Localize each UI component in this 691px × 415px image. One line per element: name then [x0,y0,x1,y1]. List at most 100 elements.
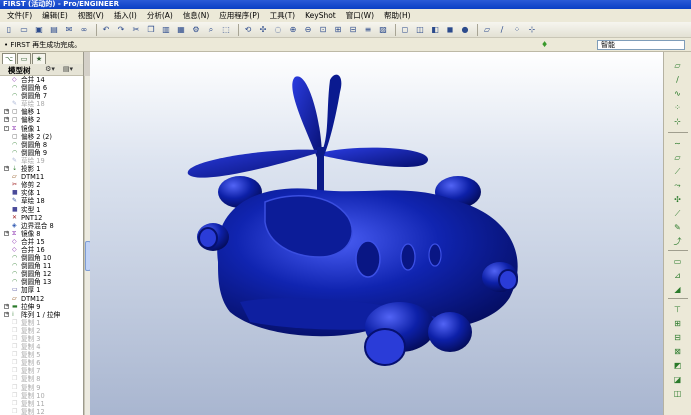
menu-item[interactable]: 窗口(W) [341,9,379,22]
print-icon[interactable]: ▤ [48,24,60,36]
new-file-icon[interactable]: ▯ [3,24,15,36]
tree-item[interactable]: ❐ 复制 3 [0,335,82,343]
boundary-blend-tool-icon[interactable]: ◫ [672,388,683,399]
spin-center-icon[interactable]: ✣ [257,24,269,36]
tree-item[interactable]: ✂ 修剪 2 [0,181,82,189]
tree-item[interactable]: + ⇣ 投影 1 [0,165,82,173]
datum-curve-tool-icon[interactable]: ∿ [672,88,683,99]
zoom-in-icon[interactable]: ⊕ [287,24,299,36]
merge-tool-icon[interactable]: ⊟ [672,332,683,343]
save-icon[interactable]: ▣ [33,24,45,36]
pattern-tool-icon[interactable]: ⊞ [672,318,683,329]
tree-item[interactable]: ❐ 复制 12 [0,408,82,415]
reorient-icon[interactable]: ⊞ [332,24,344,36]
menu-item[interactable]: 文件(F) [2,9,37,22]
tree-item[interactable]: ❐ 复制 11 [0,400,82,408]
tree-settings-icon[interactable]: ⚙▾ [44,65,56,75]
revolve-tool-icon[interactable]: ⟋ [672,166,683,177]
no-hidden-icon[interactable]: ◧ [429,24,441,36]
tree-item[interactable]: ◠ 倒圆角 9 [0,149,82,157]
tree-item[interactable]: ▢ 偏移 2 (2) [0,133,82,141]
tree-item[interactable]: ❐ 复制 9 [0,384,82,392]
paste-icon[interactable]: ▥ [160,24,172,36]
tree-item[interactable]: ◠ 倒圆角 13 [0,278,82,286]
saved-views-icon[interactable]: ⊟ [347,24,359,36]
expand-toggle-icon[interactable]: + [4,109,9,115]
blend-tool-icon[interactable]: ✣ [672,194,683,205]
draft-tool-icon[interactable]: ⤴ [672,236,683,247]
tree-item[interactable]: ❐ 复制 6 [0,359,82,367]
wireframe-icon[interactable]: ◻ [399,24,411,36]
round-tool-icon[interactable]: ⟋ [672,208,683,219]
extrude-tool-icon[interactable]: ▱ [672,152,683,163]
sketch-tool-icon[interactable]: ∼ [672,138,683,149]
expand-toggle-icon[interactable]: - [4,125,9,131]
tree-item[interactable]: + ⧖ 镜像 8 [0,230,82,238]
orient-mode-icon[interactable]: ◌ [272,24,284,36]
tree-item[interactable]: ✕ PNT12 [0,214,82,222]
refit-icon[interactable]: ⊡ [317,24,329,36]
datum-plane-tool-icon[interactable]: ▱ [672,60,683,71]
tree-item[interactable]: ❐ 复制 1 [0,319,82,327]
menu-item[interactable]: 分析(A) [142,9,178,22]
menu-item[interactable]: KeyShot [300,9,341,22]
datum-planes-icon[interactable]: ▱ [481,24,493,36]
layers-icon[interactable]: ≡ [362,24,374,36]
tree-item[interactable]: ■ 实型 1 [0,206,82,214]
shell-tool-icon[interactable]: ▭ [672,256,683,267]
view-manager-icon[interactable]: ▨ [377,24,389,36]
paste-special-icon[interactable]: ▦ [175,24,187,36]
copy-icon[interactable]: ❐ [145,24,157,36]
menu-item[interactable]: 视图(V) [73,9,109,22]
expand-toggle-icon[interactable]: + [4,230,9,236]
link-icon[interactable]: ∞ [78,24,90,36]
redo-icon[interactable]: ↷ [115,24,127,36]
tree-item[interactable]: ▱ DTM12 [0,295,82,303]
tree-item[interactable]: + ▢ 偏移 1 [0,108,82,116]
solidify-tool-icon[interactable]: ◪ [672,374,683,385]
tree-item[interactable]: ❐ 复制 4 [0,343,82,351]
graphics-window[interactable] [90,52,663,415]
coordinate-systems-icon[interactable]: ⊹ [526,24,538,36]
menu-item[interactable]: 帮助(H) [379,9,416,22]
menu-item[interactable]: 插入(I) [109,9,142,22]
tree-item[interactable]: ❐ 复制 7 [0,367,82,375]
chamfer-tool-icon[interactable]: ✎ [672,222,683,233]
coordinate-system-tool-icon[interactable]: ⊹ [672,116,683,127]
tree-item[interactable]: ◇ 合并 15 [0,238,82,246]
tree-item[interactable]: ❐ 复制 5 [0,351,82,359]
tree-item[interactable]: ◇ 合并 16 [0,246,82,254]
menu-item[interactable]: 信息(N) [178,9,214,22]
mirror-tool-icon[interactable]: ⊤ [672,304,683,315]
expand-toggle-icon[interactable]: + [4,166,9,172]
tree-show-icon[interactable]: ▤▾ [62,65,74,75]
tree-item[interactable]: ◠ 倒圆角 8 [0,141,82,149]
tree-item[interactable]: ❐ 复制 2 [0,327,82,335]
tree-item[interactable]: ✎ 草绘 18 [0,197,82,205]
tree-item[interactable]: ◠ 倒圆角 6 [0,84,82,92]
tree-item[interactable]: ◠ 倒圆角 10 [0,254,82,262]
sweep-tool-icon[interactable]: ⤳ [672,180,683,191]
tree-item[interactable]: + ▬ 拉伸 9 [0,303,82,311]
cut-icon[interactable]: ✂ [130,24,142,36]
tree-item[interactable]: - ⧖ 镜像 1 [0,125,82,133]
email-icon[interactable]: ✉ [63,24,75,36]
shading-icon[interactable]: ◼ [444,24,456,36]
trim-tool-icon[interactable]: ⊠ [672,346,683,357]
model-tree-tab[interactable]: ⌥ [2,53,16,64]
hole-tool-icon[interactable]: ◢ [672,284,683,295]
selection-filter[interactable]: 智能 [597,40,685,50]
zoom-out-icon[interactable]: ⊖ [302,24,314,36]
regenerate-icon[interactable]: ⚙ [190,24,202,36]
datum-point-tool-icon[interactable]: ⁘ [672,102,683,113]
tree-item[interactable]: ▱ DTM11 [0,173,82,181]
tree-item[interactable]: ❐ 复制 8 [0,375,82,383]
repaint-icon[interactable]: ⟲ [242,24,254,36]
open-folder-icon[interactable]: ▭ [18,24,30,36]
thicken-tool-icon[interactable]: ◩ [672,360,683,371]
tree-item[interactable]: + ▢ 偏移 2 [0,116,82,124]
find-icon[interactable]: ⌕ [205,24,217,36]
expand-toggle-icon[interactable]: + [4,311,9,317]
datum-points-icon[interactable]: ⁘ [511,24,523,36]
tree-item[interactable]: ✎ 草绘 19 [0,157,82,165]
